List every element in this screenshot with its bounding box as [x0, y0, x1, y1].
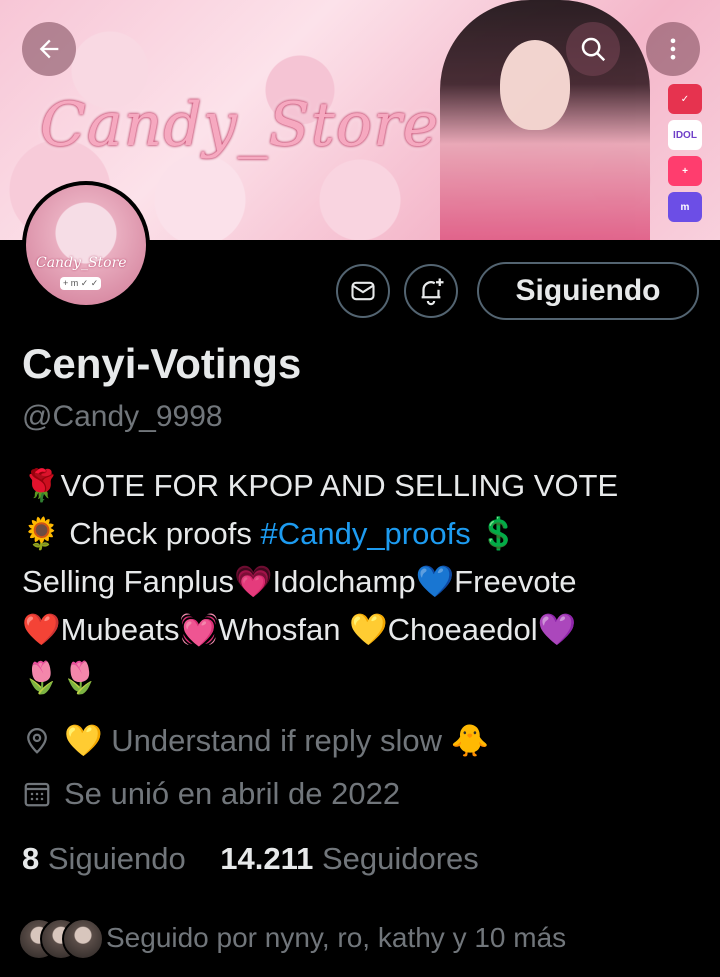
profile-bio: 🌹VOTE FOR KPOP AND SELLING VOTE 🌻 Check …: [22, 462, 712, 702]
banner-title: Candy_Store: [40, 90, 440, 160]
bio-line-2-prefix: 🌻 Check proofs: [22, 516, 261, 551]
follow-counts: 8 Siguiendo 14.211 Seguidores: [22, 841, 479, 877]
bio-line-1: 🌹VOTE FOR KPOP AND SELLING VOTE: [22, 468, 619, 503]
avatar-app-icons: + m ✓ ✓: [60, 277, 102, 290]
bio-line-2: 🌻 Check proofs #Candy_proofs 💲: [22, 510, 712, 558]
follower-avatar: [62, 918, 104, 960]
arrow-left-icon: [39, 39, 59, 59]
following-label: Siguiendo: [47, 841, 186, 876]
more-vertical-icon: [670, 38, 676, 60]
followers-count: 14.211: [220, 841, 314, 876]
bio-line-3: Selling Fanplus💗Idolchamp💙Freevote: [22, 564, 577, 599]
location-text: 💛 Understand if reply slow 🐥: [64, 723, 490, 758]
follower-avatars: [18, 918, 104, 960]
more-options-button[interactable]: [646, 22, 700, 76]
following-link[interactable]: 8 Siguiendo: [22, 841, 186, 876]
display-name: Cenyi-Votings: [22, 340, 302, 387]
following-count: 8: [22, 841, 40, 876]
avatar-text: Candy_Store: [36, 255, 127, 271]
envelope-icon: [351, 281, 375, 301]
search-icon: [581, 37, 606, 62]
bio-line-5: 🌷🌷: [22, 660, 100, 695]
joined-row: Se unió en abril de 2022: [22, 776, 400, 812]
followed-by-row[interactable]: Seguido por nyny, ro, kathy y 10 más: [18, 918, 567, 960]
message-button[interactable]: [336, 264, 390, 318]
location-row: 💛 Understand if reply slow 🐥: [22, 722, 489, 759]
location-pin-icon: [27, 727, 47, 754]
freevote-icon: +: [668, 156, 702, 186]
followers-label: Seguidores: [321, 841, 479, 876]
username-handle: @Candy_9998: [22, 400, 223, 433]
fanplus-icon: ✓: [668, 84, 702, 114]
back-button[interactable]: [22, 22, 76, 76]
avatar[interactable]: Candy_Store + m ✓ ✓: [22, 181, 150, 309]
calendar-icon: [24, 782, 50, 807]
joined-text: Se unió en abril de 2022: [64, 776, 401, 811]
notifications-button[interactable]: [404, 264, 458, 318]
idolchamp-icon: IDOL: [668, 120, 702, 150]
bell-plus-icon: [421, 278, 444, 306]
followed-by-text: Seguido por nyny, ro, kathy y 10 más: [106, 922, 567, 953]
hashtag-link[interactable]: #Candy_proofs: [260, 516, 470, 551]
banner-person-image: [440, 0, 650, 240]
followers-link[interactable]: 14.211 Seguidores: [220, 841, 479, 876]
search-button[interactable]: [566, 22, 620, 76]
bio-line-2-suffix: 💲: [470, 516, 518, 551]
app-icons-strip: ✓ IDOL + m: [668, 84, 708, 228]
avatar-image: Candy_Store + m ✓ ✓: [26, 185, 146, 305]
banner-face: [500, 40, 570, 130]
bio-line-4: ❤️Mubeats💓Whosfan 💛Choeaedol💜: [22, 612, 577, 647]
following-button[interactable]: Siguiendo: [477, 262, 699, 320]
mubeat-icon: m: [668, 192, 702, 222]
